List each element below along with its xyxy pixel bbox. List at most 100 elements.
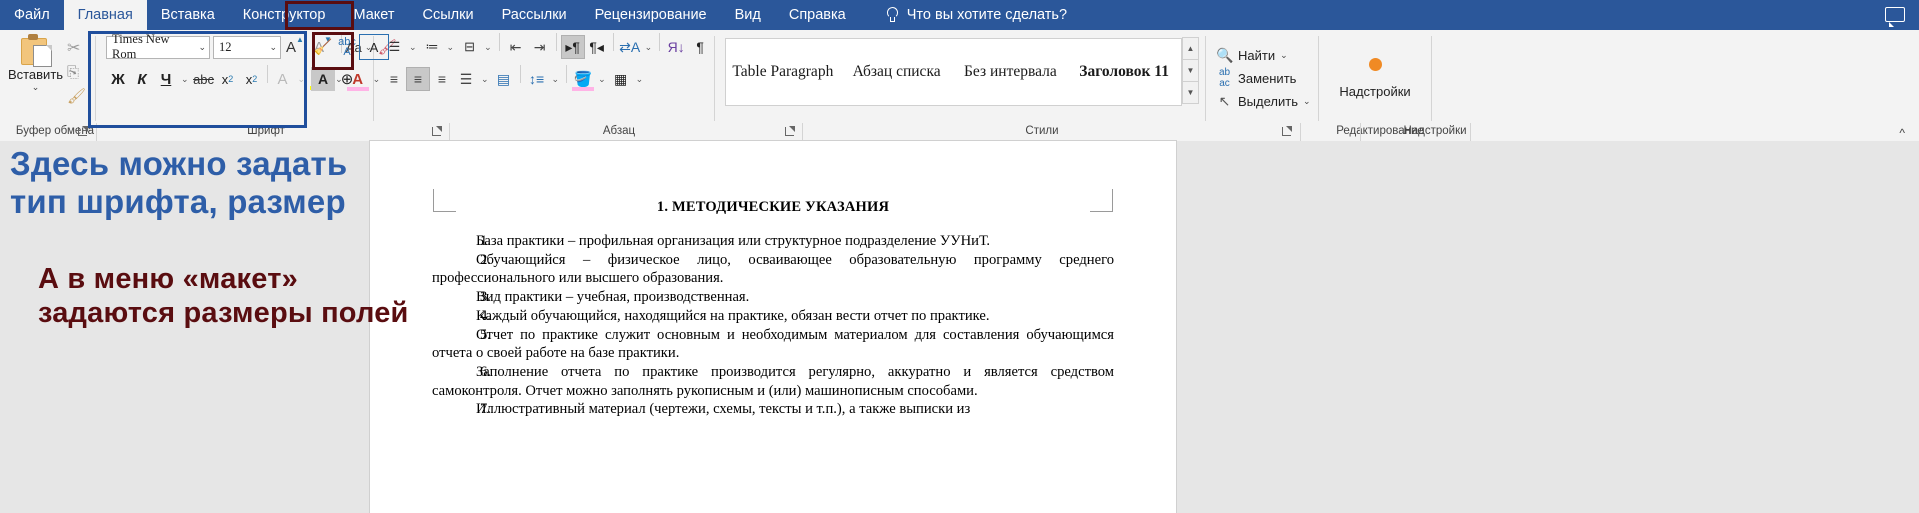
document-page[interactable]: 1. МЕТОДИЧЕСКИЕ УКАЗАНИЯ 1.База практики… (370, 141, 1176, 513)
lightbulb-icon (886, 7, 899, 23)
align-left-icon[interactable]: ≡ (382, 67, 406, 91)
styles-scroll-down-button[interactable]: ▼ (1182, 59, 1199, 82)
find-chevron-down-icon[interactable]: ⌄ (1280, 50, 1288, 61)
addins-label: Надстройки (1339, 83, 1411, 99)
select-button[interactable]: ↖ Выделить ⌄ (1216, 90, 1311, 113)
format-painter-icon[interactable]: 🖌 (67, 87, 89, 107)
comment-icon[interactable] (1885, 7, 1905, 27)
group-editing: 🔍 Найти ⌄ ab ac Заменить ↖ Выделить ⌄ (1206, 30, 1318, 123)
addins-dot-icon (1368, 57, 1382, 71)
scissors-icon[interactable]: ✂ (67, 39, 89, 59)
right-to-left-icon[interactable]: ¶◂ (585, 35, 609, 59)
align-right-icon[interactable]: ≡ (430, 67, 454, 91)
highlight-box-font-group (88, 31, 307, 128)
tab-file[interactable]: Файл (0, 0, 64, 30)
multilevel-list-icon[interactable]: ⊟ (457, 35, 481, 59)
distribute-icon[interactable]: ▤ (492, 67, 516, 91)
increase-indent-icon[interactable]: ⇥ (528, 35, 552, 59)
bullets-chevron-down-icon[interactable]: ⌄ (406, 42, 420, 53)
line-spacing-icon[interactable]: ↕≡ (525, 67, 549, 91)
style-table-paragraph[interactable]: Table Paragraph (726, 39, 840, 105)
annotation-layout-hint: А в меню «макет» задаются размеры полей (38, 263, 409, 329)
sort-chevron-down-icon[interactable]: ⌄ (642, 42, 656, 53)
copy-icon[interactable]: ⎘ (67, 63, 89, 83)
annotation-font-hint: Здесь можно задать тип шрифта, размер (10, 145, 348, 221)
divider (1431, 36, 1432, 121)
group-styles: Table Paragraph Абзац списка Без интерва… (715, 30, 1205, 123)
tab-mailings[interactable]: Рассылки (488, 0, 581, 30)
document-paragraph: 2.Обучающийся – физическое лицо, осваива… (432, 251, 1114, 287)
tab-review[interactable]: Рецензирование (581, 0, 721, 30)
document-paragraph: 3.Вид практики – учебная, производственн… (476, 289, 750, 306)
bulleted-list-icon[interactable]: ☰ (382, 35, 406, 59)
style-list-paragraph[interactable]: Абзац списка (840, 39, 954, 105)
shading-icon[interactable]: 🪣 (571, 67, 595, 91)
tell-me-label: Что вы хотите сделать? (906, 7, 1068, 23)
numbered-list-icon[interactable]: ≔ (420, 35, 444, 59)
justify-icon[interactable]: ☰ (454, 67, 478, 91)
replace-button[interactable]: ab ac Заменить (1216, 67, 1296, 90)
replace-icon: ab ac (1218, 67, 1231, 89)
workspace: 1. МЕТОДИЧЕСКИЕ УКАЗАНИЯ 1.База практики… (0, 141, 1919, 513)
find-button[interactable]: 🔍 Найти ⌄ (1216, 44, 1288, 67)
highlight-box-change-case (312, 32, 354, 70)
tab-insert[interactable]: Вставка (147, 0, 229, 30)
document-paragraph: 5.Отчет по практике служит основным и не… (432, 326, 1114, 362)
sort-az-icon[interactable]: Я↓ (664, 35, 688, 59)
decrease-indent-icon[interactable]: ⇤ (504, 35, 528, 59)
tell-me-box[interactable]: Что вы хотите сделать? (860, 0, 1077, 30)
sort-icon[interactable]: ⇄A (618, 35, 642, 59)
chevron-down-icon[interactable]: ⌄ (32, 83, 40, 92)
group-clipboard: Вставить ⌄ ✂ ⎘ 🖌 (0, 30, 95, 123)
style-heading-11[interactable]: Заголовок 11 (1067, 39, 1181, 105)
document-paragraph: 7.Иллюстративный материал (чертежи, схем… (476, 401, 971, 418)
paste-icon (19, 34, 53, 67)
document-heading: 1. МЕТОДИЧЕСКИЕ УКАЗАНИЯ (656, 199, 890, 215)
select-label: Выделить (1238, 93, 1298, 109)
group-label-styles: Стили (1025, 125, 1059, 137)
find-label: Найти (1238, 47, 1276, 63)
show-formatting-marks-icon[interactable]: ¶ (688, 35, 712, 59)
numbering-chevron-down-icon[interactable]: ⌄ (444, 42, 458, 53)
tab-references[interactable]: Ссылки (409, 0, 488, 30)
style-no-spacing[interactable]: Без интервала (954, 39, 1068, 105)
paste-button[interactable]: Вставить ⌄ (6, 34, 65, 92)
document-paragraph: 6.Заполнение отчета по практике производ… (432, 364, 1114, 399)
highlight-box-layout-tab (285, 1, 354, 30)
styles-more-button[interactable]: ▼ (1182, 81, 1199, 104)
multilevel-chevron-down-icon[interactable]: ⌄ (481, 42, 495, 53)
clipboard-dialog-launcher[interactable] (78, 126, 88, 136)
group-label-addins: Надстройки (1403, 125, 1467, 137)
document-paragraph: 1.База практики – профильная организация… (476, 233, 991, 249)
tab-help[interactable]: Справка (775, 0, 860, 30)
select-chevron-down-icon[interactable]: ⌄ (1303, 96, 1311, 107)
styles-scroll-up-button[interactable]: ▲ (1182, 37, 1199, 60)
addins-button[interactable]: Надстройки (1325, 57, 1425, 99)
group-paragraph: ☰ ⌄ ≔ ⌄ ⊟ ⌄ ⇤ ⇥ ▸¶ ¶◂ ⇄A ⌄ Я↓ ¶ ≡ ≡ ≡ ☰ … (374, 30, 714, 123)
cursor-select-icon: ↖ (1218, 92, 1231, 109)
search-icon: 🔍 (1216, 46, 1234, 63)
styles-scrollbar[interactable]: ▲ ▼ ▼ (1182, 37, 1199, 104)
borders-chevron-down-icon[interactable]: ⌄ (633, 74, 647, 85)
paragraph-dialog-launcher[interactable] (785, 126, 795, 136)
group-label-paragraph: Абзац (602, 125, 636, 137)
left-to-right-icon[interactable]: ▸¶ (560, 35, 585, 59)
line-spacing-chevron-down-icon[interactable]: ⌄ (549, 74, 563, 85)
font-dialog-launcher[interactable] (432, 126, 442, 136)
paste-label: Вставить (7, 67, 64, 82)
shading-chevron-down-icon[interactable]: ⌄ (595, 74, 609, 85)
character-shading-icon[interactable]: A (311, 67, 335, 91)
styles-dialog-launcher[interactable] (1282, 126, 1292, 136)
styles-gallery: Table Paragraph Абзац списка Без интерва… (725, 38, 1182, 106)
align-center-icon[interactable]: ≡ (406, 67, 430, 91)
word-window: Файл Главная Вставка Конструктор Макет С… (0, 0, 1919, 513)
group-addins: Надстройки (1319, 30, 1431, 123)
replace-label: Заменить (1238, 70, 1297, 86)
borders-icon[interactable]: ▦ (609, 67, 633, 91)
collapse-ribbon-button[interactable]: ^ (1899, 126, 1905, 140)
document-paragraph: 4.Каждый обучающийся, находящийся на пра… (476, 308, 990, 324)
tab-view[interactable]: Вид (721, 0, 775, 30)
enclose-character-icon[interactable]: ⊕ (335, 67, 359, 91)
tab-home[interactable]: Главная (63, 0, 147, 30)
justify-chevron-down-icon[interactable]: ⌄ (478, 74, 492, 85)
